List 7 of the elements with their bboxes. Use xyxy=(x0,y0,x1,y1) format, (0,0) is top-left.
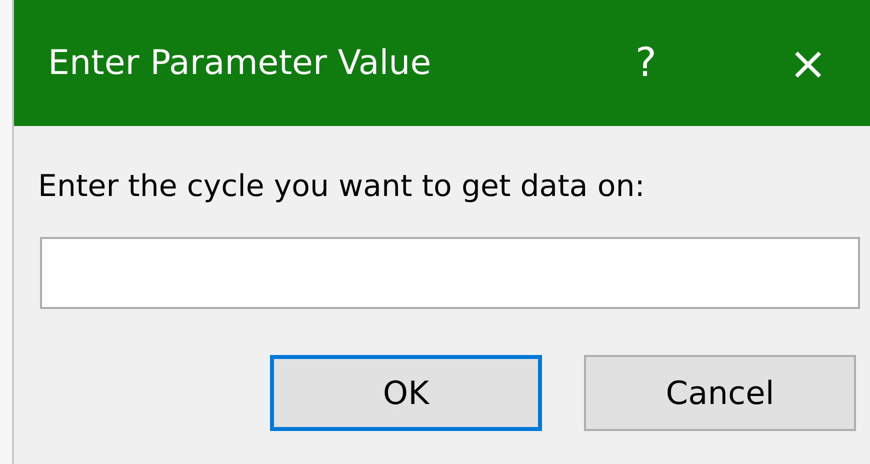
window-title: Enter Parameter Value xyxy=(48,42,432,84)
prompt-label: Enter the cycle you want to get data on: xyxy=(38,168,646,206)
help-button[interactable]: ? xyxy=(586,43,706,83)
close-button[interactable]: × xyxy=(746,40,870,86)
input-field[interactable] xyxy=(40,237,860,309)
dialog-button[interactable]: OK xyxy=(270,355,542,431)
dialog-button[interactable]: Cancel xyxy=(584,355,856,431)
